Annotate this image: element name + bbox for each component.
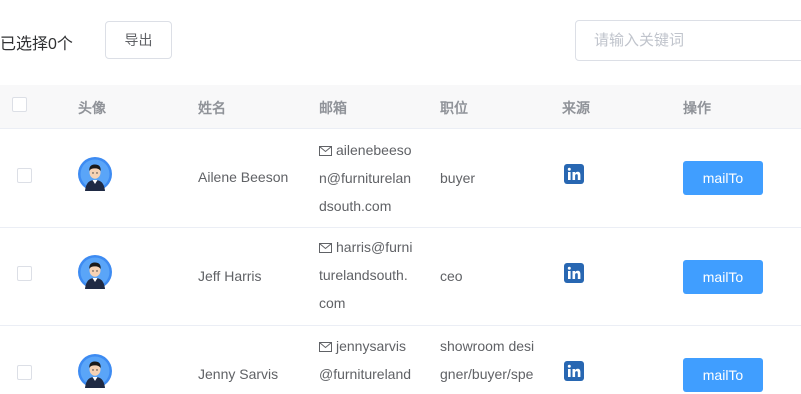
contact-name: Ailene Beeson — [198, 169, 289, 185]
selection-count: 已选择0个 — [0, 36, 73, 53]
table-header: 头像 姓名 邮箱 职位 来源 操作 — [0, 85, 801, 129]
email-line: n@furniturelan — [319, 170, 412, 186]
select-all-checkbox[interactable] — [12, 97, 27, 112]
table-row: Ailene Beeson ailenebeeso n@furniturelan… — [0, 129, 801, 228]
email-line: com — [319, 295, 346, 311]
linkedin-icon[interactable] — [564, 263, 584, 283]
mailto-button[interactable]: mailTo — [683, 260, 763, 294]
avatar — [78, 354, 112, 388]
mail-icon — [319, 243, 332, 253]
contact-name: Jenny Sarvis — [198, 366, 279, 382]
linkedin-icon[interactable] — [564, 361, 584, 381]
email-line: ailenebeeso — [336, 142, 412, 158]
search-input[interactable] — [575, 20, 801, 61]
export-button[interactable]: 导出 — [105, 21, 172, 59]
avatar — [78, 255, 112, 289]
mailto-button[interactable]: mailTo — [683, 161, 763, 195]
toolbar: 已选择0个 导出 — [0, 0, 801, 84]
contact-email: harris@furni turelandsouth. com — [319, 233, 429, 317]
contact-position: ceo — [440, 262, 463, 290]
header-email: 邮箱 — [319, 100, 347, 116]
header-name: 姓名 — [198, 100, 226, 116]
email-line: harris@furni — [336, 239, 413, 255]
contact-email: jennysarvis @furnitureland — [319, 332, 429, 388]
mail-icon — [319, 342, 332, 352]
row-checkbox[interactable] — [17, 266, 32, 281]
table-row: Jenny Sarvis jennysarvis @furnitureland … — [0, 326, 801, 394]
mailto-button[interactable]: mailTo — [683, 358, 763, 392]
row-checkbox[interactable] — [17, 168, 32, 183]
email-line: @furnitureland — [319, 366, 412, 382]
header-position: 职位 — [440, 100, 468, 116]
contact-email: ailenebeeso n@furniturelan dsouth.com — [319, 136, 429, 220]
position-line: gner/buyer/spe — [440, 366, 534, 382]
mail-icon — [319, 146, 332, 156]
contact-name: Jeff Harris — [198, 268, 262, 284]
header-source: 来源 — [562, 100, 590, 116]
row-checkbox[interactable] — [17, 365, 32, 380]
email-line: turelandsouth. — [319, 267, 408, 283]
avatar — [78, 157, 112, 191]
table-row: Jeff Harris harris@furni turelandsouth. … — [0, 228, 801, 326]
position-line: showroom desi — [440, 338, 535, 354]
contact-position: buyer — [440, 164, 475, 192]
position-line: ceo — [440, 268, 463, 284]
header-avatar: 头像 — [78, 100, 106, 116]
email-line: jennysarvis — [336, 338, 407, 354]
contact-position: showroom desi gner/buyer/spe — [440, 332, 544, 388]
header-action: 操作 — [683, 100, 711, 116]
position-line: buyer — [440, 170, 476, 186]
linkedin-icon[interactable] — [564, 164, 584, 184]
email-line: dsouth.com — [319, 198, 392, 214]
